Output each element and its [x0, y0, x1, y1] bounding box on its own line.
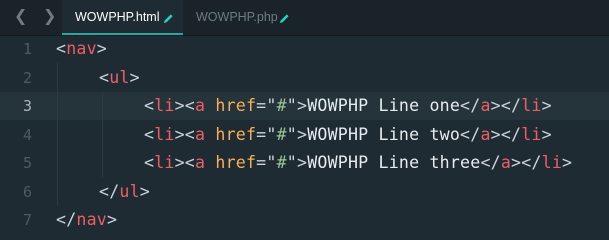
token-punctuation: >: [296, 153, 308, 172]
indent-guide: [57, 63, 58, 205]
token-punctuation: =: [256, 153, 267, 172]
pencil-icon[interactable]: [279, 13, 290, 24]
token-punctuation: >: [106, 210, 118, 229]
token-punctuation: </: [480, 153, 501, 172]
indent-guide: [102, 92, 103, 177]
token-punctuation: ": [286, 124, 297, 144]
token-punctuation: <: [184, 153, 195, 172]
chevron-left-icon[interactable]: ❮: [14, 8, 27, 24]
editor-window: ❮ ❯ WOWPHP.html WOWPHP.php 1 2 3 4 5 6 7: [0, 0, 609, 234]
token-punctuation: >: [174, 96, 185, 115]
token-attribute: href: [215, 124, 257, 144]
token-punctuation: <: [184, 96, 195, 115]
code-line-7: </nav>: [56, 206, 117, 234]
token-tag: a: [195, 96, 206, 115]
code-editor[interactable]: 1 2 3 4 5 6 7 <nav> <ul> <li><a href="#"…: [0, 35, 609, 234]
line-number: 3: [22, 97, 32, 115]
token-tag: li: [521, 124, 542, 144]
code-line-5: <li><a href="#">WOWPHP Line three</a></l…: [144, 149, 572, 177]
token-punctuation: <: [99, 67, 110, 87]
token-punctuation: <: [144, 96, 155, 115]
token-tag: a: [480, 96, 491, 115]
line-number-gutter: 1 2 3 4 5 6 7: [0, 35, 48, 234]
token-punctuation: >: [296, 124, 308, 144]
token-tag: ul: [109, 67, 130, 87]
token-punctuation: >: [511, 153, 522, 172]
token-tag: nav: [76, 210, 107, 229]
token-tag: li: [154, 153, 175, 172]
token-string: #: [276, 153, 287, 172]
token-punctuation: </: [460, 124, 481, 144]
token-text: WOWPHP Line two: [307, 124, 461, 144]
token-tag: nav: [66, 39, 97, 58]
token-punctuation: >: [296, 96, 308, 115]
token-punctuation: >: [541, 124, 552, 144]
token-punctuation: <: [56, 39, 67, 58]
code-line-6: </ul>: [99, 178, 150, 206]
chevron-right-icon[interactable]: ❯: [43, 8, 56, 24]
token-attribute: href: [215, 96, 257, 115]
token-punctuation: </: [500, 124, 522, 144]
token-punctuation: </: [56, 210, 77, 229]
token-tag: a: [195, 124, 206, 144]
token-tag: li: [541, 153, 563, 172]
tab-wowphp-html[interactable]: WOWPHP.html: [62, 0, 183, 35]
token-punctuation: </: [521, 153, 542, 172]
token-punctuation: >: [96, 39, 107, 58]
code-line-4: <li><a href="#">WOWPHP Line two</a></li>: [144, 121, 552, 149]
token-punctuation: >: [541, 96, 552, 115]
token-punctuation: </: [460, 96, 481, 115]
token-tag: a: [480, 124, 491, 144]
token-punctuation: ": [286, 96, 297, 115]
token-punctuation: </: [99, 181, 120, 201]
token-punctuation: ": [266, 124, 277, 144]
line-number: 4: [22, 125, 32, 144]
tab-wowphp-php[interactable]: WOWPHP.php: [183, 0, 303, 35]
token-punctuation: >: [174, 124, 185, 144]
code-line-1: <nav>: [56, 35, 107, 63]
token-punctuation: >: [129, 67, 140, 87]
token-punctuation: >: [562, 153, 573, 172]
line-number: 1: [22, 40, 32, 58]
token-punctuation: ": [266, 153, 277, 172]
token-punctuation: >: [490, 96, 501, 115]
line-number: 5: [22, 154, 32, 172]
token-punctuation: >: [174, 153, 185, 172]
token-tag: a: [195, 153, 206, 172]
line-number: 2: [22, 68, 32, 87]
token-punctuation: <: [184, 124, 195, 144]
token-tag: ul: [119, 181, 140, 201]
pencil-icon[interactable]: [163, 13, 174, 24]
token-punctuation: <: [144, 153, 155, 172]
token-text: WOWPHP Line three: [307, 153, 481, 172]
token-string: #: [276, 96, 287, 115]
token-punctuation: >: [139, 181, 150, 201]
token-punctuation: =: [256, 124, 267, 144]
code-line-3: <li><a href="#">WOWPHP Line one</a></li>: [144, 92, 552, 120]
token-punctuation: </: [500, 96, 522, 115]
token-text: WOWPHP Line one: [307, 96, 461, 115]
token-tag: li: [521, 96, 542, 115]
token-attribute: href: [215, 153, 257, 172]
token-punctuation: >: [490, 124, 501, 144]
tab-label: WOWPHP.php: [196, 10, 278, 24]
token-punctuation: ": [286, 153, 297, 172]
token-punctuation: ": [266, 96, 277, 115]
line-number: 7: [22, 211, 32, 229]
tab-label: WOWPHP.html: [75, 10, 160, 24]
token-tag: li: [154, 124, 175, 144]
token-string: #: [276, 124, 287, 144]
code-line-2: <ul>: [99, 64, 140, 92]
line-number: 6: [22, 182, 32, 201]
token-punctuation: <: [144, 124, 155, 144]
tab-bar: ❮ ❯ WOWPHP.html WOWPHP.php: [0, 0, 609, 36]
token-tag: a: [500, 153, 512, 172]
token-punctuation: =: [256, 96, 267, 115]
token-tag: li: [154, 96, 175, 115]
